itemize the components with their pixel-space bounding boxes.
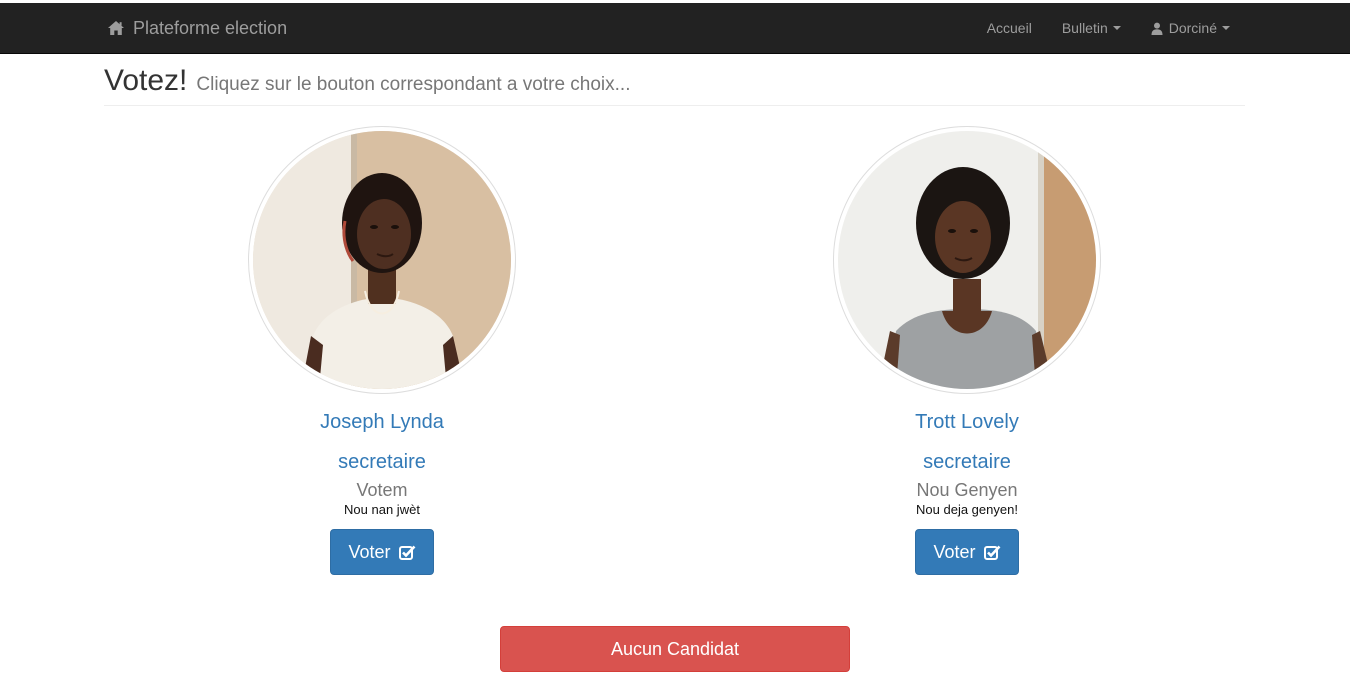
nav-home-link[interactable]: Accueil xyxy=(972,3,1047,53)
check-square-icon xyxy=(983,545,1001,560)
brand-link[interactable]: Plateforme election xyxy=(107,3,287,53)
candidate-photo xyxy=(253,131,511,389)
nav-ballot-label: Bulletin xyxy=(1061,20,1108,36)
candidate-position: secretaire xyxy=(923,451,1011,473)
candidate-slogan: Nou deja genyen! xyxy=(916,502,1018,517)
top-navbar: Plateforme election Accueil Bulletin Dor… xyxy=(0,3,1350,54)
brand-label: Plateforme election xyxy=(133,17,288,38)
check-square-icon xyxy=(398,545,416,560)
candidate-party: Nou Genyen xyxy=(916,480,1018,500)
page-subtitle: Cliquez sur le bouton correspondant a vo… xyxy=(196,74,631,95)
nav-user-dropdown[interactable]: Dorciné xyxy=(1136,3,1245,53)
candidate-party: Votem xyxy=(356,480,408,500)
vote-button[interactable]: Voter xyxy=(915,529,1019,575)
chevron-down-icon xyxy=(1222,26,1230,30)
page-header: Votez! Cliquez sur le bouton corresponda… xyxy=(104,62,1245,106)
no-candidate-button[interactable]: Aucun Candidat xyxy=(500,626,850,672)
candidate-photo-frame xyxy=(833,126,1101,394)
navbar-right-menu: Accueil Bulletin Dorciné xyxy=(972,3,1245,53)
nav-home-label: Accueil xyxy=(986,20,1032,36)
vote-button-label: Voter xyxy=(348,541,391,562)
vote-button[interactable]: Voter xyxy=(330,529,434,575)
candidate-position: secretaire xyxy=(338,451,426,473)
nav-user-label: Dorciné xyxy=(1168,20,1217,36)
page-title: Votez! xyxy=(104,64,188,97)
candidate-name[interactable]: Joseph Lynda xyxy=(247,411,517,433)
candidate-slogan: Nou nan jwèt xyxy=(344,502,420,517)
no-candidate-label: Aucun Candidat xyxy=(610,638,740,659)
home-icon xyxy=(107,20,125,36)
chevron-down-icon xyxy=(1112,26,1121,30)
candidate-photo xyxy=(838,131,1096,389)
vote-button-label: Voter xyxy=(933,541,976,562)
candidate-card: Joseph Lynda secretaire Votem Nou nan jw… xyxy=(247,126,517,575)
candidate-photo-frame xyxy=(248,126,516,394)
candidate-name[interactable]: Trott Lovely xyxy=(832,411,1102,433)
user-icon xyxy=(1151,22,1163,35)
candidate-card: Trott Lovely secretaire Nou Genyen Nou d… xyxy=(832,126,1102,575)
nav-ballot-dropdown[interactable]: Bulletin xyxy=(1047,3,1136,53)
